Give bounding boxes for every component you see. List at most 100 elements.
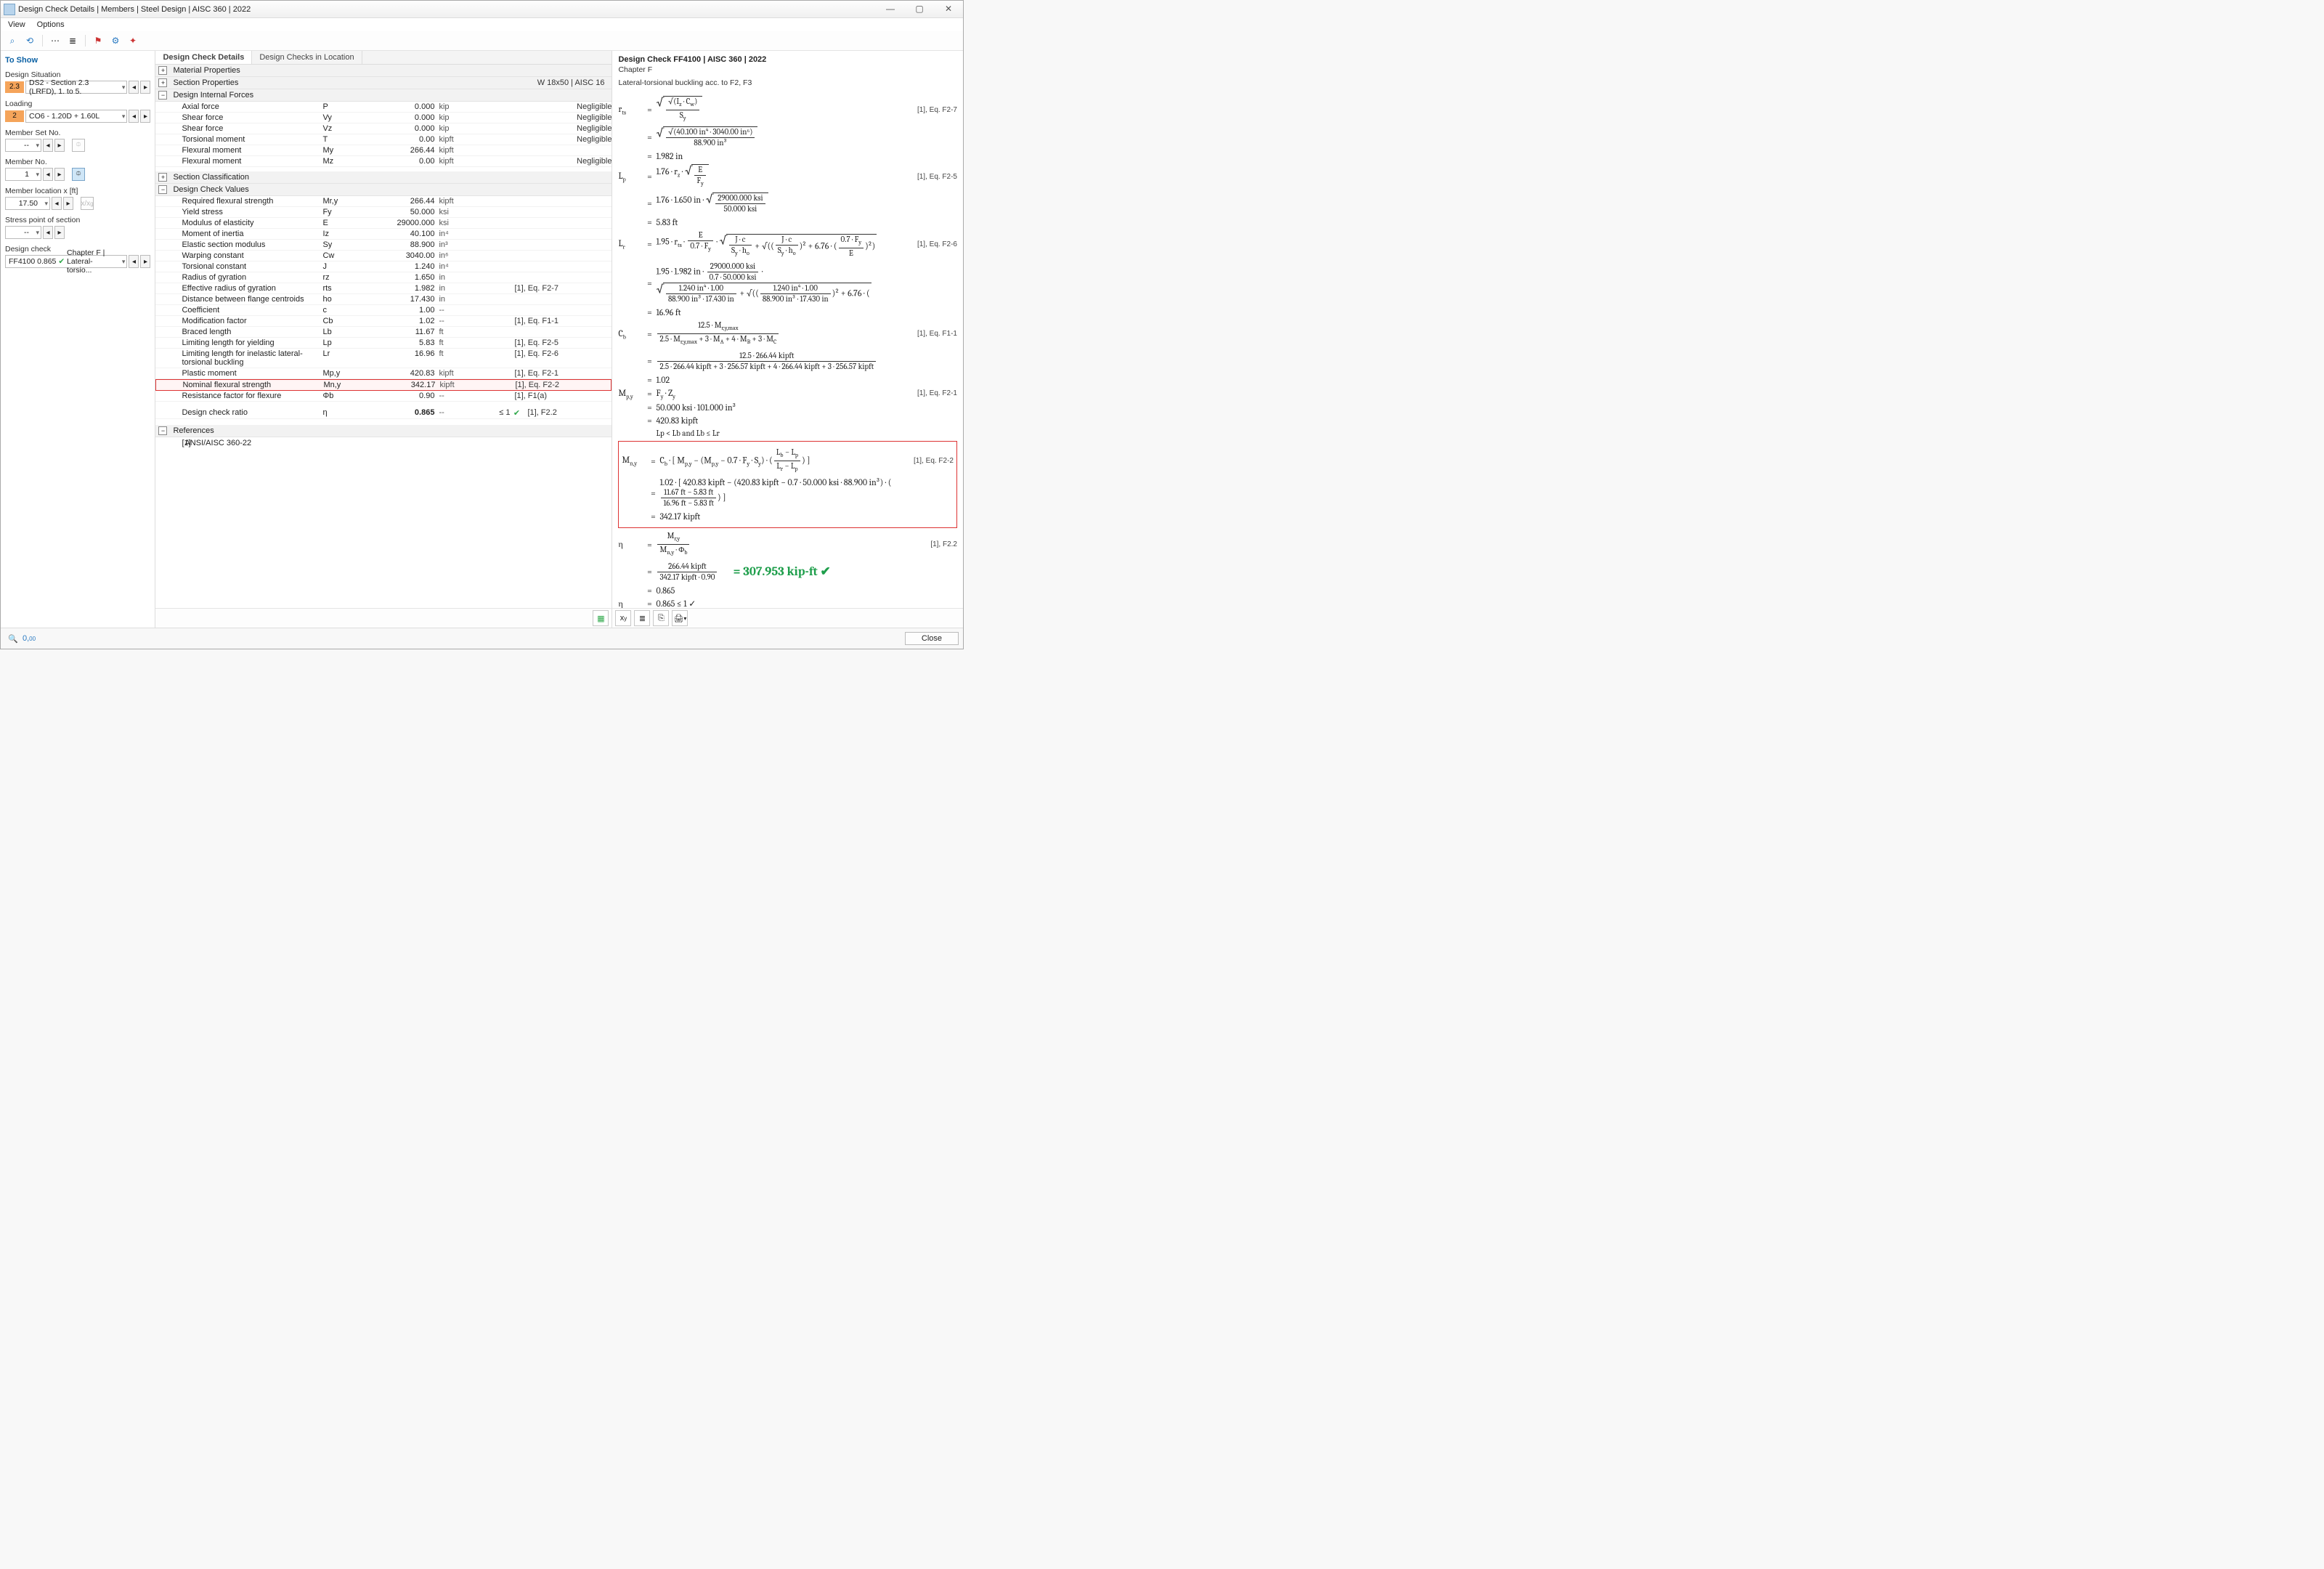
menu-options[interactable]: Options	[36, 20, 66, 30]
combo-stress-point[interactable]: --▾	[5, 226, 41, 239]
tab-design-checks-in-location[interactable]: Design Checks in Location	[252, 51, 362, 64]
right-title: Design Check FF4100 | AISC 360 | 2022	[612, 51, 963, 65]
value-row: Resistance factor for flexureΦb0.90--[1]…	[155, 391, 612, 402]
chevron-down-icon: ▾	[36, 229, 39, 237]
ml-xg[interactable]: x/xg	[81, 197, 94, 210]
group-references[interactable]: −References	[155, 425, 612, 437]
close-button[interactable]: Close	[905, 632, 959, 645]
value-row: Effective radius of gyrationrts1.982in[1…	[155, 283, 612, 294]
pill-loading: 2	[5, 110, 24, 122]
toolbar-btn-1[interactable]: ⌕	[5, 33, 20, 48]
dc-text: Chapter F | Lateral-torsio...	[67, 248, 116, 275]
value-row: Distance between flange centroidsho17.43…	[155, 294, 612, 305]
value-row: Coefficientc1.00--	[155, 305, 612, 316]
label-stress-point: Stress point of section	[5, 216, 150, 224]
section-props-right: W 18x50 | AISC 16	[533, 77, 612, 89]
sp-next[interactable]: ▸	[54, 226, 65, 239]
group-section-props[interactable]: +Section Properties	[155, 77, 532, 89]
app-icon	[4, 4, 15, 15]
chevron-down-icon: ▾	[122, 84, 126, 92]
ml-next[interactable]: ▸	[63, 197, 73, 210]
combo-design-check[interactable]: FF4100 0.865 ✔ Chapter F | Lateral-torsi…	[5, 255, 127, 268]
group-forces[interactable]: −Design Internal Forces	[155, 89, 612, 102]
footer-icon-2[interactable]: 0,00	[21, 631, 37, 646]
chevron-down-icon: ▾	[36, 171, 39, 179]
value-row: Torsional constantJ1.240in⁴	[155, 262, 612, 272]
combo-member-no[interactable]: 1▾	[5, 168, 41, 181]
check-icon: ✔	[510, 408, 523, 418]
value-row: Limiting length for inelastic lateral-to…	[155, 349, 612, 368]
force-row: Axial forceP0.000kipNegligible	[155, 102, 612, 113]
right-btm-1[interactable]: xy	[615, 610, 631, 626]
calc-area: rts= √(Iz · Cw)Sy [1], Eq. F2-7 = √(40.1…	[612, 92, 963, 608]
right-sub: Lateral-torsional buckling acc. to F2, F…	[612, 78, 963, 92]
value-row: Elastic section modulusSy88.900in³✔	[155, 240, 612, 251]
footer-icon-1[interactable]: 🔍	[5, 631, 21, 646]
right-btm-3[interactable]: ⎘	[653, 610, 669, 626]
combo-member-loc[interactable]: 17.50▾	[5, 197, 50, 210]
value-row: Nominal flexural strengthMn,y342.17kipft…	[155, 379, 612, 391]
value-row: Modulus of elasticityE29000.000ksi	[155, 218, 612, 229]
group-material[interactable]: +Material Properties	[155, 65, 612, 77]
ds-prev[interactable]: ◂	[129, 81, 139, 94]
dc-code: FF4100	[9, 257, 35, 266]
toolbar-btn-6[interactable]: ⚙	[108, 33, 123, 48]
maximize-button[interactable]: ▢	[905, 1, 934, 17]
menu-view[interactable]: View	[7, 20, 27, 30]
value-row: Warping constantCw3040.00in⁶	[155, 251, 612, 262]
combo-member-set[interactable]: --▾	[5, 139, 41, 152]
group-classification[interactable]: +Section Classification	[155, 171, 612, 184]
loading-next[interactable]: ▸	[140, 110, 150, 123]
ratio-row: Design check ratio η 0.865 -- ≤ 1 ✔ [1],…	[155, 408, 612, 419]
label-member-loc: Member location x [ft]	[5, 187, 150, 195]
toolbar-btn-2[interactable]: ⟲	[23, 33, 37, 48]
chevron-down-icon: ▾	[44, 200, 48, 208]
group-values[interactable]: −Design Check Values	[155, 184, 612, 196]
sp-prev[interactable]: ◂	[43, 226, 53, 239]
combo-design-situation[interactable]: DS2 - Section 2.3 (LRFD), 1. to 5.▾	[25, 81, 127, 94]
left-title: To Show	[5, 56, 150, 65]
value-row: Braced lengthLb11.67ft	[155, 327, 612, 338]
minimize-button[interactable]: —	[876, 1, 905, 17]
center-btm-1[interactable]: ▦	[593, 610, 609, 626]
ds-next[interactable]: ▸	[140, 81, 150, 94]
mn-pick[interactable]: ⯐	[72, 168, 85, 181]
value-row: Limiting length for yieldingLp5.83ft[1],…	[155, 338, 612, 349]
mn-next[interactable]: ▸	[54, 168, 65, 181]
value-row: Plastic momentMp,y420.83kipft[1], Eq. F2…	[155, 368, 612, 379]
check-icon: ✔	[58, 257, 65, 266]
right-btm-print[interactable]: 🖨▾	[672, 610, 688, 626]
force-row: Shear forceVy0.000kipNegligible	[155, 113, 612, 123]
ms-prev[interactable]: ◂	[43, 139, 53, 152]
mn-prev[interactable]: ◂	[43, 168, 53, 181]
chevron-down-icon: ▾	[122, 258, 126, 266]
dc-prev[interactable]: ◂	[129, 255, 139, 268]
toolbar-btn-7[interactable]: ✦	[126, 33, 140, 48]
dc-ratio: 0.865	[37, 257, 56, 266]
label-member-no: Member No.	[5, 158, 150, 166]
chevron-down-icon: ▾	[122, 113, 126, 121]
tab-design-check-details[interactable]: Design Check Details	[155, 51, 252, 64]
value-row: Required flexural strengthMr,y266.44kipf…	[155, 196, 612, 207]
loading-prev[interactable]: ◂	[129, 110, 139, 123]
toolbar-btn-3[interactable]: ⋯	[48, 33, 62, 48]
force-row: Flexural momentMy266.44kipft	[155, 145, 612, 156]
reference-row: [1] ANSI/AISC 360-22	[155, 437, 612, 449]
combo-loading[interactable]: CO6 - 1.20D + 1.60L▾	[25, 110, 127, 123]
close-window-button[interactable]: ✕	[934, 1, 963, 17]
force-row: Torsional momentT0.00kipftNegligible	[155, 134, 612, 145]
chevron-down-icon: ▾	[36, 142, 39, 150]
ms-next[interactable]: ▸	[54, 139, 65, 152]
dc-next[interactable]: ▸	[140, 255, 150, 268]
value-row: Moment of inertiaIz40.100in⁴	[155, 229, 612, 240]
ml-prev[interactable]: ◂	[52, 197, 62, 210]
label-loading: Loading	[5, 100, 150, 108]
annotation-result: = 307.953 kip-ft ✔	[733, 564, 830, 579]
label-member-set: Member Set No.	[5, 129, 150, 137]
right-btm-2[interactable]: ≣	[634, 610, 650, 626]
pill-ds: 2.3	[5, 81, 24, 93]
toolbar-btn-4[interactable]: ≣	[65, 33, 80, 48]
ms-pick[interactable]: ⯐	[72, 139, 85, 152]
toolbar-btn-5[interactable]: ⚑	[91, 33, 105, 48]
value-row: Yield stressFy50.000ksi	[155, 207, 612, 218]
